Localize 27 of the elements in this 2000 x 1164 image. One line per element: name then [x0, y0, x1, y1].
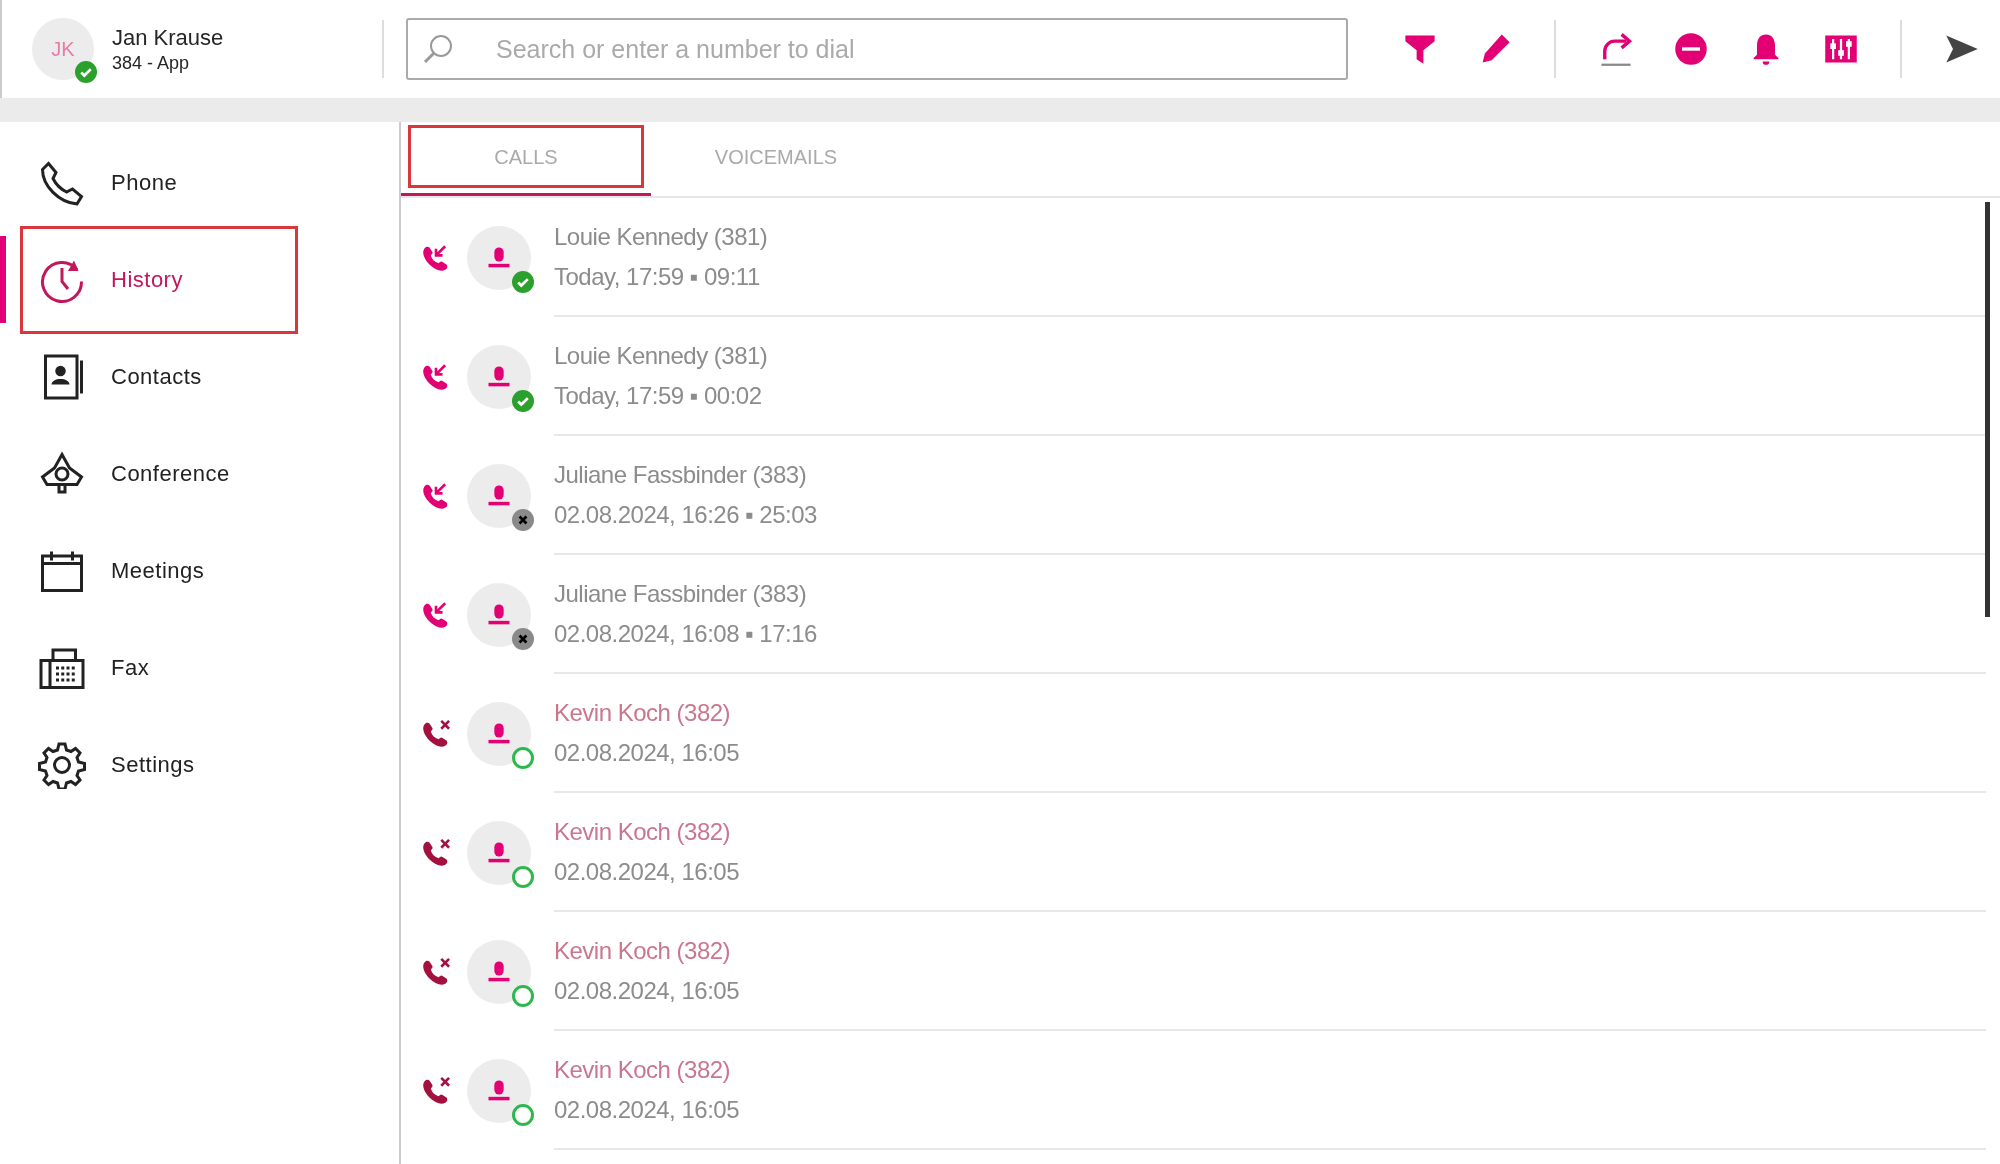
tab[interactable]: VOICEMAILS — [651, 122, 901, 196]
call-details: 02.08.2024, 16:05 — [554, 737, 740, 768]
call-details: 02.08.2024, 16:05 — [554, 1094, 740, 1125]
caller-name[interactable]: Kevin Koch (382) — [554, 816, 1986, 847]
call-details: Today, 17:59 ▪ 09:11 — [554, 261, 761, 292]
search-field[interactable]: Search or enter a number to dial — [406, 18, 1348, 80]
caller-name[interactable]: Louie Kennedy (381) — [554, 221, 1986, 252]
call-details: 02.08.2024, 16:05 — [554, 975, 740, 1006]
gear-icon — [38, 740, 86, 789]
call-details: 02.08.2024, 16:05 — [554, 856, 740, 887]
do-not-disturb-icon[interactable] — [1672, 31, 1709, 67]
search-icon — [422, 33, 454, 65]
user-line: 384 - App — [112, 52, 191, 74]
caller-name[interactable]: Juliane Fassbinder (383) — [554, 459, 1986, 490]
caller-name[interactable]: Kevin Koch (382) — [554, 1054, 1986, 1085]
scrollbar[interactable] — [1985, 202, 1990, 617]
call-details: Today, 17:59 ▪ 00:02 — [554, 380, 763, 411]
call-details: 02.08.2024, 16:08 ▪ 17:16 — [554, 618, 818, 649]
sidebar-item[interactable]: History — [20, 225, 298, 334]
caller-name[interactable]: Kevin Koch (382) — [554, 697, 1986, 728]
caller-name[interactable]: Louie Kennedy (381) — [554, 340, 1986, 371]
user-avatar[interactable]: JK — [32, 18, 94, 80]
phone-icon — [38, 158, 86, 207]
caller-name[interactable]: Kevin Koch (382) — [554, 935, 1986, 966]
call-details: 02.08.2024, 16:26 ▪ 25:03 — [554, 499, 818, 530]
user-name: Jan Krause — [112, 24, 225, 52]
caller-name[interactable]: Juliane Fassbinder (383) — [554, 578, 1986, 609]
